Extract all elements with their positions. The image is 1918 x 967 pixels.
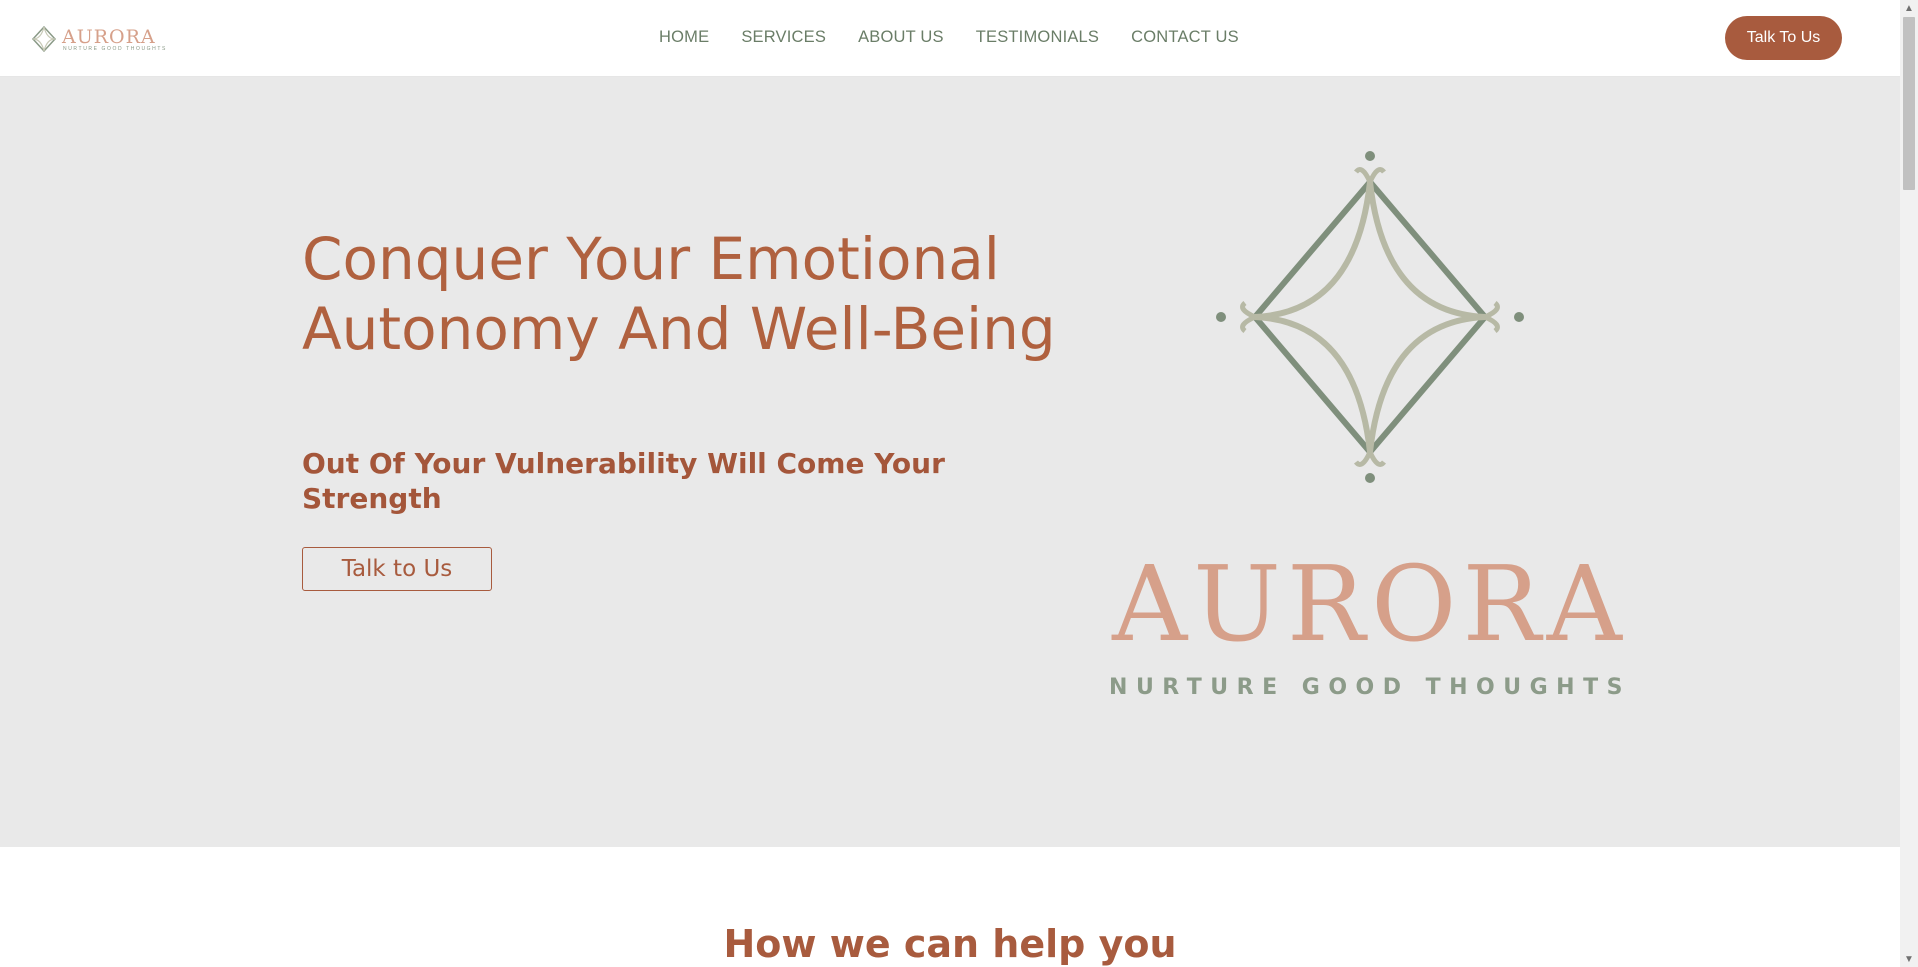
scrollbar-thumb[interactable]: [1903, 17, 1915, 190]
header-logo[interactable]: AURORA NURTURE GOOD THOUGHTS: [30, 24, 165, 54]
nav-testimonials[interactable]: TESTIMONIALS: [976, 28, 1099, 47]
nav-about-us[interactable]: ABOUT US: [858, 28, 944, 47]
nav-services[interactable]: SERVICES: [741, 28, 826, 47]
diamond-ornament-icon: [31, 25, 57, 53]
arrow-down-icon[interactable]: ▼: [1900, 951, 1918, 967]
hero-logo-wordmark: AURORA: [1112, 543, 1628, 665]
hero-talk-to-us-button[interactable]: Talk to Us: [302, 547, 492, 591]
hero-logo-tagline: NURTURE GOOD THOUGHTS: [1109, 675, 1631, 700]
help-section-title: How we can help you: [723, 922, 1177, 966]
arrow-up-icon[interactable]: ▲: [1900, 0, 1918, 16]
header-logo-wordmark: AURORA: [62, 26, 156, 48]
nav-home[interactable]: HOME: [659, 28, 709, 47]
hero-title: Conquer Your Emotional Autonomy And Well…: [302, 225, 1056, 363]
header-logo-tagline: NURTURE GOOD THOUGHTS: [63, 46, 167, 52]
site-header: AURORA NURTURE GOOD THOUGHTS HOME SERVIC…: [0, 0, 1900, 77]
hero-section: Conquer Your Emotional Autonomy And Well…: [0, 77, 1900, 847]
nav-contact-us[interactable]: CONTACT US: [1131, 28, 1239, 47]
hero-logo: AURORA NURTURE GOOD THOUGHTS: [1100, 132, 1640, 700]
diamond-ornament-icon: [1216, 151, 1524, 483]
hero-subtitle: Out Of Your Vulnerability Will Come Your…: [302, 447, 945, 515]
header-talk-to-us-button[interactable]: Talk To Us: [1725, 16, 1842, 60]
main-nav: HOME SERVICES ABOUT US TESTIMONIALS CONT…: [659, 28, 1239, 47]
page-scrollbar[interactable]: ▲ ▼: [1900, 0, 1918, 967]
